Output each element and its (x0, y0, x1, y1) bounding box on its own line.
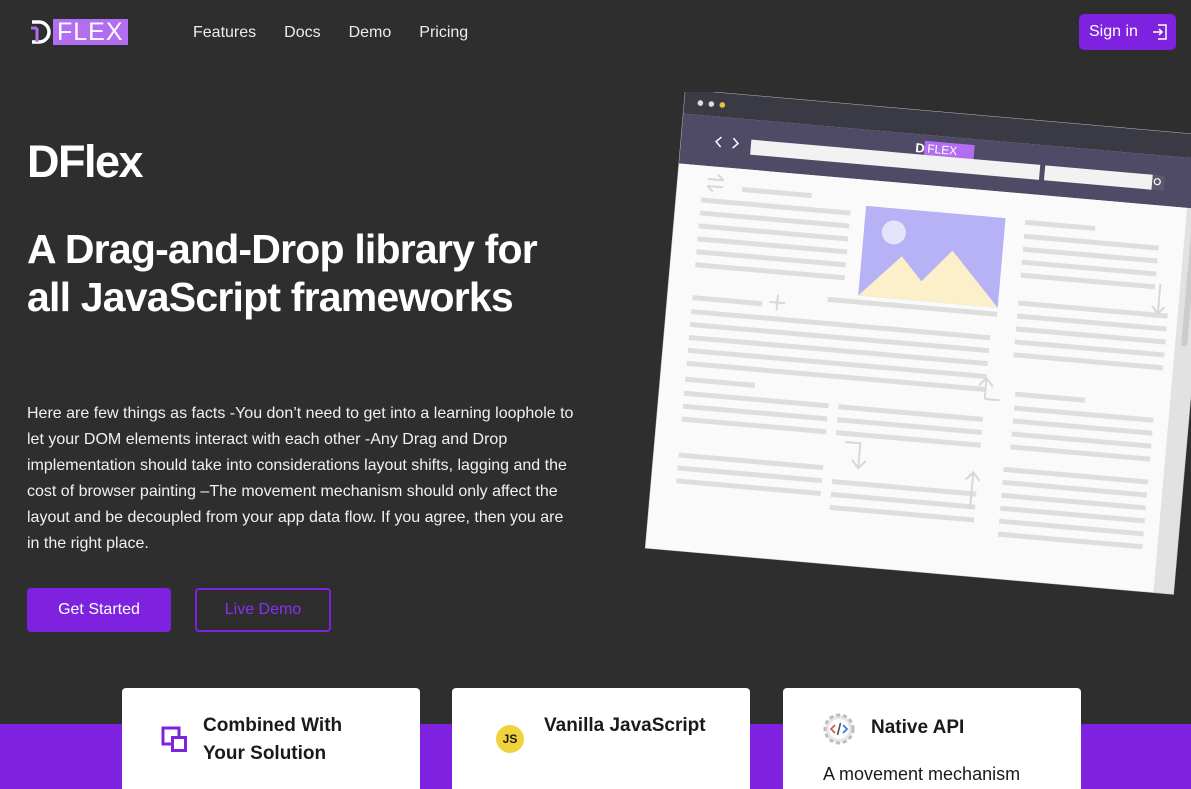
feature-title: Combined With Your Solution (203, 715, 343, 764)
nav-demo[interactable]: Demo (349, 23, 392, 43)
js-icon: JS (496, 725, 524, 753)
logo-d-icon (31, 20, 51, 44)
brand-title: DFlex (27, 136, 144, 187)
logo[interactable]: FLEX (29, 19, 128, 45)
feature-title: Native API (871, 717, 965, 738)
hero-description: Here are few things as facts -You don’t … (27, 405, 574, 552)
code-gear-icon (823, 713, 855, 745)
hero-headline: A Drag-and-Drop library for all JavaScri… (27, 226, 538, 320)
nav-features[interactable]: Features (193, 23, 256, 43)
layers-icon (161, 726, 187, 752)
feature-card-vanilla-js: JS Vanilla JavaScript (452, 688, 750, 789)
signin-icon (1152, 24, 1167, 40)
get-started-button[interactable]: Get Started (27, 588, 171, 632)
feature-text: A movement mechanism (823, 764, 1021, 784)
feature-card-combined: Combined With Your Solution (122, 688, 420, 789)
nav-docs[interactable]: Docs (284, 23, 320, 43)
live-demo-button[interactable]: Live Demo (195, 588, 331, 632)
feature-card-native-api: Native API A movement mechanism (783, 688, 1081, 789)
logo-text: FLEX (53, 19, 128, 45)
svg-text:D: D (915, 140, 926, 156)
js-badge: JS (502, 732, 518, 746)
main-nav: Features Docs Demo Pricing (193, 23, 468, 43)
signin-button[interactable]: Sign in (1079, 14, 1176, 50)
signin-label: Sign in (1089, 23, 1138, 40)
browser-illustration: FLEX D (644, 92, 1191, 595)
feature-title: Vanilla JavaScript (544, 715, 706, 736)
nav-pricing[interactable]: Pricing (419, 23, 468, 43)
